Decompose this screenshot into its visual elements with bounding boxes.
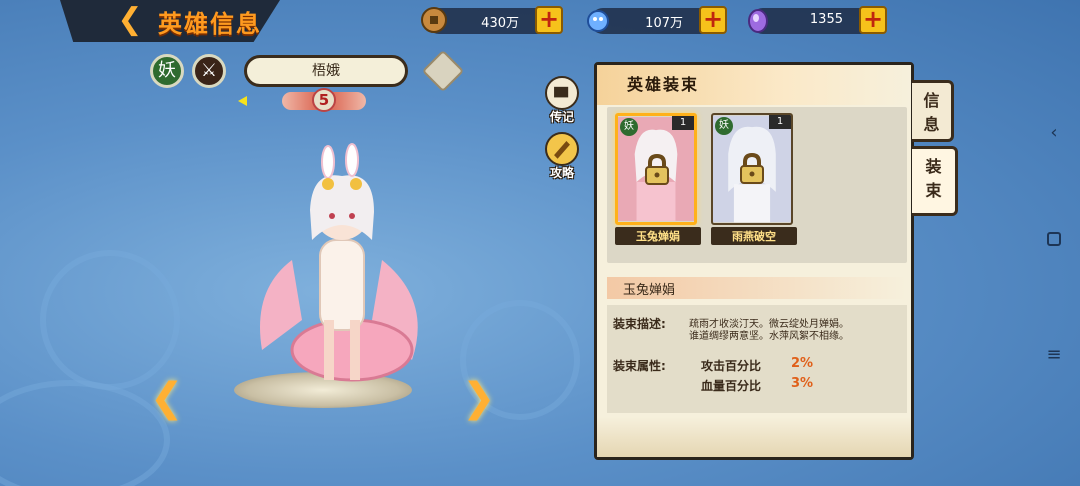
android-home-icon[interactable] [1040,232,1068,246]
attr-hp-name: 血量百分比 [701,379,762,393]
crossed-swords-icon: ⚔ [192,54,226,88]
pen-icon [545,132,579,166]
bg-cloud-decor [0,380,170,486]
next-hero-arrow-icon[interactable]: ❯ [462,378,496,418]
spirit-icon [587,10,609,32]
add-gem-button[interactable]: + [859,6,887,34]
hero-name-plate: 梧娥 [244,55,408,87]
back-arrow-icon[interactable]: ❮ [112,5,148,36]
outfit-level: 1 [672,116,694,130]
add-coin-button[interactable]: + [535,6,563,34]
outfit-card-2[interactable]: 妖 1 [711,113,793,225]
coin-value: 430万 [481,16,519,31]
coin-icon [421,7,447,33]
biography-button[interactable]: 传记 [544,76,580,125]
attr-attack-name: 攻击百分比 [701,359,762,373]
attr-attack-value: 2% [791,356,814,371]
resource-coin: 430万 + [421,6,563,34]
prev-hero-arrow-icon[interactable]: ❮ [150,378,184,418]
lock-icon [740,152,764,184]
spirit-value: 107万 [645,16,683,31]
outfit-level: 1 [769,115,791,129]
scroll-icon [545,76,579,110]
gift-icon[interactable] [421,49,465,93]
panel-title: 英雄装束 [627,75,700,94]
gem-value: 1355 [809,12,843,27]
outfit-desc-line-2: 谁道绸缪两意坚。水萍风絮不相缘。 [689,331,849,342]
outfit-card-1[interactable]: 妖 1 [615,113,697,225]
outfit-desc-label: 装束描述: [613,317,666,331]
attr-hp-value: 3% [791,376,814,391]
biography-label: 传记 [549,110,574,124]
selected-outfit-name: 玉兔婵娟 [623,283,676,298]
outfit-attr-label: 装束属性: [613,359,666,373]
outfit-name-2: 雨燕破空 [711,227,797,245]
arrow-left-small-icon[interactable] [238,96,247,106]
guide-label: 攻略 [549,166,574,180]
hero-level: 5 [312,88,336,112]
outfit-card-area: 妖 1 玉兔婵娟 妖 1 雨燕破空 [607,107,907,263]
tab-outfit[interactable]: 装束 [912,146,958,216]
hero-type-badge: 妖 [150,54,184,88]
outfit-panel: 英雄装束 妖 1 玉兔婵娟 妖 1 雨燕破空 玉兔婵娟 装束描述: 疏雨才收淡汀… [594,62,914,460]
hero-portrait [260,143,418,382]
tab-info[interactable]: 信息 [912,80,954,142]
tab-info-label: 信息 [923,91,940,134]
panel-wave-decor [597,417,911,457]
top-bar: ❮ 英雄信息 430万 + 107万 + 1355 + [0,0,1080,42]
guide-button[interactable]: 攻略 [544,132,580,181]
outfit-type-tag: 妖 [715,117,733,135]
add-spirit-button[interactable]: + [699,6,727,34]
resource-spirit: 107万 + [587,6,727,34]
android-back-icon[interactable]: ‹ [1040,122,1068,143]
bg-cloud-decor [40,250,180,390]
gem-icon [748,9,768,33]
outfit-type-tag: 妖 [620,118,638,136]
outfit-name-1: 玉兔婵娟 [615,227,701,245]
page-title: 英雄信息 [158,9,262,38]
tab-outfit-label: 装束 [925,157,942,200]
resource-gem: 1355 + [748,6,887,34]
android-menu-icon[interactable]: ≡ [1040,344,1068,365]
lock-icon [645,153,669,185]
